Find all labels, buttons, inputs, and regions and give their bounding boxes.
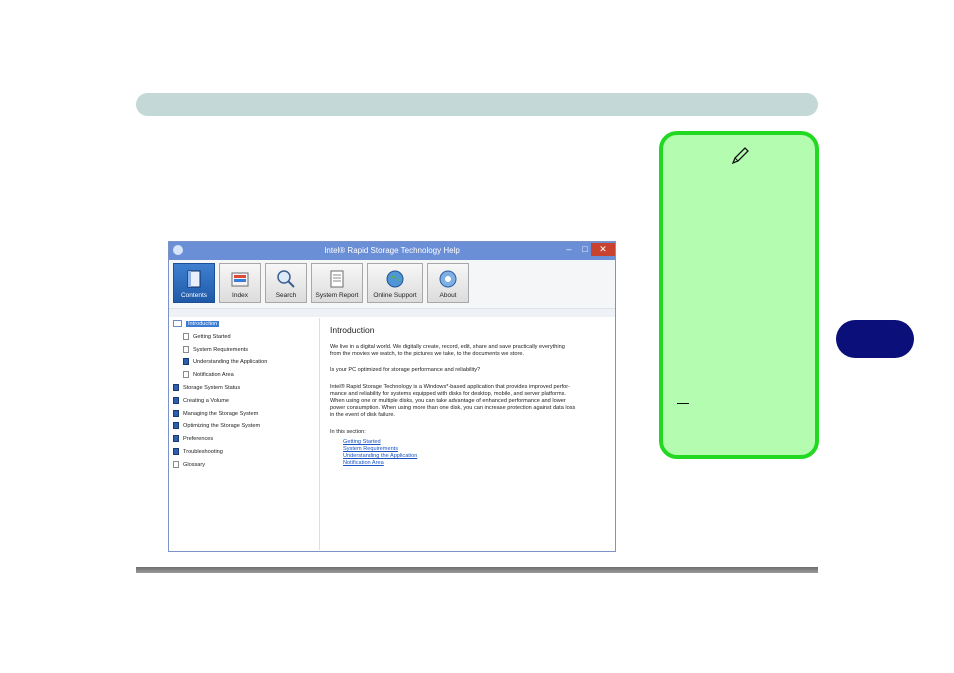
minimize-button[interactable]: –: [561, 243, 577, 256]
close-button[interactable]: ✕: [591, 243, 615, 256]
note-link-line: [677, 391, 775, 403]
magnifier-icon: [277, 270, 295, 288]
tree-item-system-requirements[interactable]: System Requirements: [183, 346, 248, 355]
body-line-4: power consumption. When using more than …: [330, 405, 576, 411]
about-button[interactable]: About: [427, 263, 469, 303]
page-icon: [173, 461, 179, 469]
index-icon: [231, 272, 249, 287]
intro-line-1: We live in a digital world. We digitally…: [330, 344, 565, 350]
index-label: Index: [232, 292, 248, 299]
note-link-continuation: [677, 403, 689, 404]
about-label: About: [439, 292, 457, 299]
book-icon: [183, 358, 189, 366]
page-icon: [183, 371, 189, 379]
online-support-label: Online Support: [373, 292, 417, 299]
report-icon: [330, 270, 344, 288]
title-bar: Intel® Rapid Storage Technology Help – □…: [169, 242, 615, 260]
contents-label: Contents: [180, 292, 208, 299]
book-icon: [187, 270, 201, 288]
page-icon: [183, 333, 189, 341]
body-line-5: in the event of disk failure.: [330, 412, 395, 418]
footer-rule: [136, 567, 818, 573]
tree-item-notification-area[interactable]: Notification Area: [183, 371, 234, 380]
book-icon: [173, 384, 179, 392]
open-book-icon: [173, 320, 182, 328]
book-icon: [173, 397, 179, 405]
intro-line-2: from the movies we watch, to the picture…: [330, 351, 525, 357]
tree-item-introduction[interactable]: Introduction: [173, 320, 220, 329]
tree-item-understanding[interactable]: Understanding the Application: [183, 358, 267, 367]
question-line: Is your PC optimized for storage perform…: [330, 367, 481, 373]
address-strip: [169, 309, 615, 317]
tree-item-getting-started[interactable]: Getting Started: [183, 333, 231, 342]
body-line-1: Intel® Rapid Storage Technology is a Win…: [330, 384, 571, 390]
link-understanding[interactable]: Understanding the Application: [343, 453, 417, 459]
system-report-button[interactable]: System Report: [311, 263, 363, 303]
page-icon: [183, 346, 189, 354]
index-button[interactable]: Index: [219, 263, 261, 303]
tree-item-creating-volume[interactable]: Creating a Volume: [173, 397, 229, 406]
link-notification-area[interactable]: Notification Area: [343, 460, 384, 466]
search-label: Search: [275, 292, 297, 299]
tree-item-troubleshooting[interactable]: Troubleshooting: [173, 448, 223, 457]
note-link[interactable]: [677, 391, 775, 401]
contents-button[interactable]: Contents: [173, 263, 215, 303]
book-icon: [173, 435, 179, 443]
book-icon: [173, 410, 179, 418]
link-system-requirements[interactable]: System Requirements: [343, 446, 398, 452]
note-box: [659, 131, 819, 459]
window-title: Intel® Rapid Storage Technology Help: [324, 246, 460, 255]
link-getting-started[interactable]: Getting Started: [343, 439, 381, 445]
tree-item-optimizing[interactable]: Optimizing the Storage System: [173, 422, 260, 431]
search-button[interactable]: Search: [265, 263, 307, 303]
book-icon: [173, 448, 179, 456]
topic-heading: Introduction: [330, 325, 375, 335]
book-icon: [173, 422, 179, 430]
tree-item-glossary[interactable]: Glossary: [173, 461, 205, 470]
about-icon: [439, 270, 457, 288]
contents-tree: Introduction Getting Started System Requ…: [171, 318, 320, 550]
chapter-tab: [836, 320, 914, 358]
online-support-button[interactable]: Online Support: [367, 263, 423, 303]
tree-item-managing[interactable]: Managing the Storage System: [173, 410, 258, 419]
in-section-label: In this section:: [330, 429, 366, 435]
toolbar: Contents Index Search System Report Onli…: [169, 260, 615, 309]
tree-item-preferences[interactable]: Preferences: [173, 435, 213, 444]
tree-item-storage-status[interactable]: Storage System Status: [173, 384, 240, 393]
page-header-bar: [136, 93, 818, 116]
body-line-2: mance and reliability for systems equipp…: [330, 391, 566, 397]
body-line-3: When using one or multiple disks, you ca…: [330, 398, 566, 404]
pen-icon: [731, 147, 749, 165]
help-window: Intel® Rapid Storage Technology Help – □…: [168, 241, 616, 552]
globe-icon: [386, 270, 404, 288]
system-report-label: System Report: [315, 292, 359, 299]
